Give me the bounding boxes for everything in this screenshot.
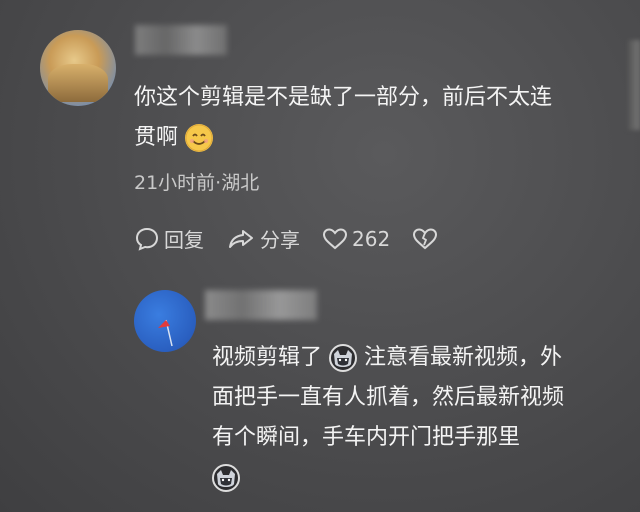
commenter-name-blurred xyxy=(135,25,227,55)
heart-icon xyxy=(322,227,348,249)
cat-emoji-icon xyxy=(212,464,240,492)
reply-line-1-start: 视频剪辑了 xyxy=(212,345,323,370)
comment-line-2-text: 贯啊 xyxy=(134,125,179,150)
smiling-face-emoji-icon xyxy=(185,124,214,152)
comment-line-2: 贯啊 xyxy=(134,118,614,158)
like-count: 262 xyxy=(352,226,391,251)
blurred-edge xyxy=(628,40,640,130)
share-button[interactable]: 分享 xyxy=(226,224,300,253)
reply-line-4 xyxy=(212,458,622,498)
reply-line-1-end: 注意看最新视频，外 xyxy=(364,345,563,370)
reply-text: 视频剪辑了 注意看最新视频，外 面把手一直有人抓着，然后最新视频 有个瞬间，手车… xyxy=(212,338,622,498)
comment-actions: 回复 分享 262 xyxy=(134,224,464,253)
avatar-image-detail xyxy=(48,64,108,102)
reply-button[interactable]: 回复 xyxy=(134,224,204,253)
cat-emoji-icon xyxy=(329,344,358,372)
share-label: 分享 xyxy=(260,228,300,252)
comment-meta: 21小时前·湖北 xyxy=(134,172,260,194)
broken-heart-icon xyxy=(413,227,438,249)
reply-avatar[interactable] xyxy=(134,290,196,352)
reply-line-3: 有个瞬间，手车内开门把手那里 xyxy=(212,425,521,450)
like-button[interactable]: 262 xyxy=(322,227,390,251)
red-flag-icon xyxy=(158,319,173,347)
commenter-avatar[interactable] xyxy=(40,30,116,106)
comment-line-1: 你这个剪辑是不是缺了一部分，前后不太连 xyxy=(134,85,553,110)
reply-label: 回复 xyxy=(164,228,204,252)
comment-bubble-icon xyxy=(135,227,159,251)
comment-text: 你这个剪辑是不是缺了一部分，前后不太连 贯啊 xyxy=(134,78,614,158)
reply-line-1: 视频剪辑了 注意看最新视频，外 xyxy=(212,338,622,378)
reply-line-2: 面把手一直有人抓着，然后最新视频 xyxy=(212,385,565,410)
dislike-button[interactable] xyxy=(412,227,442,251)
share-arrow-icon xyxy=(229,229,253,248)
reply-name-blurred xyxy=(205,290,317,320)
